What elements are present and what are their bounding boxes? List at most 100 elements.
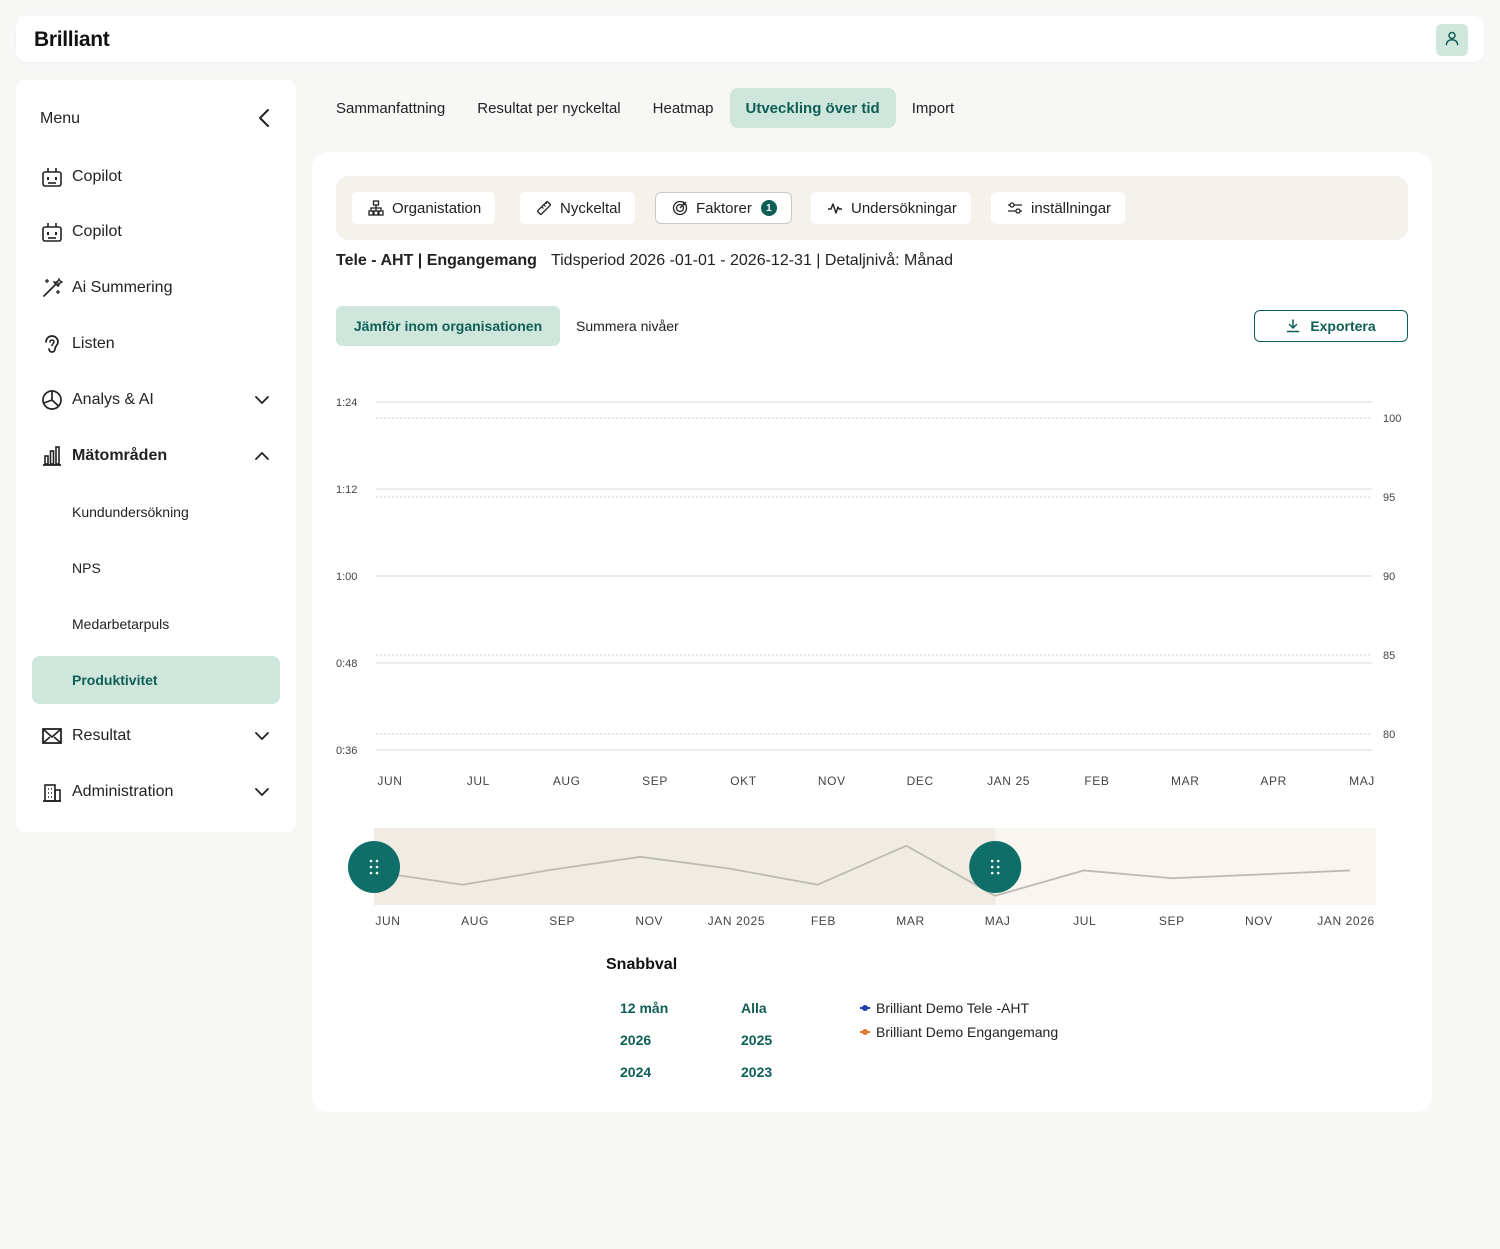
sum-levels-button[interactable]: Summera nivåer — [576, 306, 679, 346]
main-tabs: Sammanfattning Resultat per nyckeltal He… — [320, 88, 970, 128]
selection-title: Tele - AHT | Engangemang — [336, 252, 537, 269]
collapse-sidebar-button[interactable] — [254, 108, 274, 132]
sidebar-subitem-produktivitet[interactable]: Produktivitet — [32, 656, 280, 704]
x-axis-tick-label: DEC — [907, 774, 934, 788]
drag-grip-icon — [990, 865, 994, 869]
sidebar-subitem-nps[interactable]: NPS — [72, 556, 101, 580]
filter-count-badge: 1 — [760, 200, 777, 216]
sidebar-item-administration[interactable]: Administration — [40, 772, 272, 812]
navigator-axis-label: NOV — [1245, 914, 1273, 928]
navigator-axis-label: MAR — [896, 914, 924, 928]
navigator-axis-label: JUL — [1073, 914, 1096, 928]
sidebar-item-analys-ai[interactable]: Analys & AI — [40, 380, 272, 420]
filter-label: Undersökningar — [851, 199, 957, 217]
sidebar-item-listen[interactable]: Listen — [40, 324, 272, 364]
tab-import[interactable]: Import — [896, 88, 971, 128]
quick-select-2023[interactable]: 2023 — [741, 1064, 772, 1080]
chevron-up-icon — [252, 446, 272, 466]
legend-label: Brilliant Demo Engangemang — [876, 1024, 1059, 1040]
bar-chart-icon — [40, 444, 64, 468]
x-axis-tick-label: FEB — [1084, 774, 1109, 788]
chevron-down-icon — [252, 726, 272, 746]
selection-summary: Tele - AHT | Engangemang Tidsperiod 2026 … — [336, 252, 953, 270]
sidebar-item-label: Resultat — [72, 727, 131, 744]
time-series-chart[interactable]: 1:24 1:12 1:00 0:48 0:36 100 95 90 85 80 JUN JUL AUG… — [312, 372, 1432, 932]
sidebar-item-matomraden[interactable]: Mätområden — [40, 436, 272, 476]
tab-sammanfattning[interactable]: Sammanfattning — [320, 88, 461, 128]
tab-heatmap[interactable]: Heatmap — [637, 88, 730, 128]
chevron-down-icon — [252, 782, 272, 802]
period-text: Tidsperiod 2026 -01-01 - 2026-12-31 | De… — [550, 252, 953, 269]
sidebar-item-label: Mätområden — [72, 447, 168, 464]
sidebar-item-label: Listen — [72, 335, 115, 352]
drag-grip-icon — [996, 871, 1000, 875]
sidebar-item-label: Copilot — [72, 168, 122, 185]
drag-grip-icon — [990, 859, 994, 863]
export-button[interactable]: Exportera — [1254, 310, 1408, 342]
robot-icon — [40, 220, 64, 244]
sidebar-item-resultat[interactable]: Resultat — [40, 716, 272, 756]
left-axis-tick-label: 0:48 — [336, 658, 357, 670]
sidebar-subitem-medarbetarpuls[interactable]: Medarbetarpuls — [72, 612, 169, 636]
sidebar-item-ai-summering[interactable]: Ai Summering — [40, 268, 272, 308]
x-axis-tick-label: JUN — [377, 774, 402, 788]
main-card: Organistation Nyckeltal Faktorer 1 Under… — [312, 152, 1432, 1112]
navigator-selection — [374, 828, 996, 905]
left-axis-tick-label: 1:00 — [336, 571, 357, 583]
filter-organisation-button[interactable]: Organistation — [352, 192, 496, 224]
brand-logo[interactable]: Brilliant — [34, 28, 110, 52]
range-handle-start[interactable] — [348, 841, 400, 893]
range-handle-end[interactable] — [969, 841, 1022, 893]
compare-within-org-button[interactable]: Jämför inom organisationen — [336, 306, 560, 346]
pie-chart-icon — [40, 388, 64, 412]
navigator-axis-label: SEP — [1159, 914, 1185, 928]
x-axis-tick-label: MAJ — [1349, 774, 1375, 788]
navigator-axis-label: AUG — [461, 914, 489, 928]
filter-nyckeltal-button[interactable]: Nyckeltal — [520, 192, 635, 224]
sidebar: Menu Copilot Copilot Ai Summering Listen… — [16, 80, 296, 832]
mail-icon — [40, 724, 64, 748]
ruler-icon — [536, 200, 552, 216]
user-profile-button[interactable] — [1436, 24, 1468, 56]
magic-wand-icon — [40, 276, 64, 300]
drag-grip-icon — [375, 865, 379, 869]
quick-select-2025[interactable]: 2025 — [741, 1032, 772, 1048]
drag-grip-icon — [375, 871, 379, 875]
navigator-axis-label: NOV — [635, 914, 663, 928]
filter-faktorer-button[interactable]: Faktorer 1 — [655, 192, 792, 224]
chevron-left-icon — [258, 108, 270, 133]
x-axis-tick-label: APR — [1260, 774, 1286, 788]
legend-item[interactable]: Brilliant Demo Engangemang — [860, 1020, 1058, 1044]
right-axis-tick-label: 80 — [1383, 729, 1395, 741]
sidebar-subitem-kundundersokning[interactable]: Kundundersökning — [72, 500, 189, 524]
navigator-axis-label: JAN 2026 — [1317, 914, 1375, 928]
sidebar-item-copilot-2[interactable]: Copilot — [40, 212, 272, 252]
sidebar-item-label: Copilot — [72, 223, 122, 240]
left-axis-tick-label: 0:36 — [336, 745, 357, 757]
sliders-icon — [1007, 200, 1023, 216]
drag-grip-icon — [375, 859, 379, 863]
legend-item[interactable]: Brilliant Demo Tele -AHT — [860, 996, 1058, 1020]
legend-marker — [860, 1003, 870, 1013]
navigator-axis-label: JAN 2025 — [708, 914, 766, 928]
quick-select-2024[interactable]: 2024 — [620, 1064, 651, 1080]
quick-select-title: Snabbval — [606, 956, 678, 973]
x-axis-tick-label: SEP — [642, 774, 668, 788]
sidebar-item-label: Ai Summering — [72, 279, 173, 296]
quick-select-2026[interactable]: 2026 — [620, 1032, 651, 1048]
tab-utveckling-over-tid[interactable]: Utveckling över tid — [729, 88, 896, 128]
quick-select-alla[interactable]: Alla — [741, 1000, 767, 1016]
building-icon — [40, 780, 64, 804]
navigator-axis-label: FEB — [811, 914, 836, 928]
navigator-axis-label: SEP — [549, 914, 575, 928]
x-axis-tick-label: JAN 25 — [987, 774, 1030, 788]
filter-undersokningar-button[interactable]: Undersökningar — [811, 192, 971, 224]
sidebar-item-copilot[interactable]: Copilot — [40, 157, 272, 197]
filter-bar: Organistation Nyckeltal Faktorer 1 Under… — [336, 176, 1408, 240]
chart-legend: Brilliant Demo Tele -AHT Brilliant Demo … — [860, 996, 1058, 1044]
tab-resultat-per-nyckeltal[interactable]: Resultat per nyckeltal — [461, 88, 636, 128]
filter-installningar-button[interactable]: inställningar — [991, 192, 1126, 224]
legend-label: Brilliant Demo Tele -AHT — [876, 1000, 1030, 1016]
quick-select-12-man[interactable]: 12 mån — [620, 1000, 668, 1016]
drag-grip-icon — [369, 871, 373, 875]
